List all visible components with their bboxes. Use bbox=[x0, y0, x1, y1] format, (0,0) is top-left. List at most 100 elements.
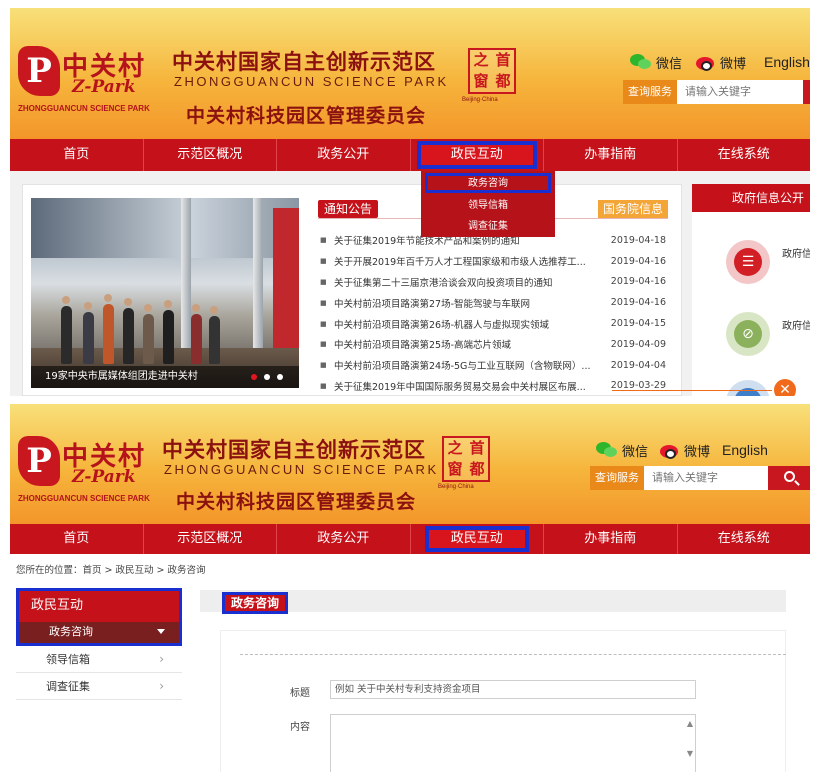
photo-head bbox=[62, 296, 70, 304]
nav-guide[interactable]: 办事指南 bbox=[544, 524, 678, 554]
news-date: 2019-04-16 bbox=[610, 276, 666, 288]
dropdown-item-mailbox[interactable]: 领导信箱 bbox=[421, 195, 555, 216]
catalog-icon[interactable]: ☰ bbox=[726, 240, 770, 284]
photo-person bbox=[191, 314, 202, 364]
title-input[interactable]: 例如 关于中关村专利支持资金项目 bbox=[330, 680, 696, 699]
sidebar-item-survey[interactable]: 调查征集 › bbox=[16, 673, 182, 700]
news-title[interactable]: 中关村前沿项目路演第27场-智能驾驶与车联网 bbox=[334, 296, 596, 310]
list-item[interactable]: ■ 中关村前沿项目路演第25场-高端芯片领域 2019-04-09 bbox=[320, 334, 670, 355]
main-nav: 首页 示范区概况 政务公开 政民互动 办事指南 在线系统 bbox=[10, 524, 810, 554]
carousel-dot[interactable] bbox=[264, 374, 270, 380]
nav-online[interactable]: 在线系统 bbox=[678, 139, 811, 171]
bullet-icon: ■ bbox=[320, 298, 327, 307]
news-date: 2019-04-16 bbox=[610, 255, 666, 267]
carousel-dot[interactable] bbox=[251, 374, 257, 380]
sidebar-title[interactable]: 政府信息公开 bbox=[692, 184, 810, 212]
tab-consult[interactable]: 政务咨询 bbox=[222, 592, 289, 614]
nav-guide[interactable]: 办事指南 bbox=[544, 139, 678, 171]
list-item[interactable]: ■ 关于开展2019年百千万人才工程国家级和市级人选推荐工... 2019-04-1… bbox=[320, 251, 670, 272]
nav-home[interactable]: 首页 bbox=[10, 139, 144, 171]
news-title[interactable]: 中关村前沿项目路演第26场-机器人与虚拟现实领域 bbox=[334, 317, 596, 331]
search-button[interactable] bbox=[768, 466, 810, 490]
nav-label: 办事指南 bbox=[584, 531, 637, 546]
section-menu: 政民互动 政务咨询 领导信箱 › 调查征集 › bbox=[16, 588, 182, 700]
weibo-link[interactable]: 微博 bbox=[696, 52, 746, 72]
list-item[interactable]: ■ 关于征集2019年中国国际服务贸易交易会中关村展区布展... 2019-03-2… bbox=[320, 376, 670, 396]
news-date: 2019-04-04 bbox=[610, 359, 666, 371]
site-logo[interactable]: P 中关村 Z-Park ZHONGGUANCUN SCIENCE PARK bbox=[18, 46, 150, 116]
popup-divider bbox=[612, 390, 772, 391]
photo-head bbox=[144, 304, 152, 312]
sidebar-item-consult[interactable]: 政务咨询 bbox=[16, 622, 182, 646]
list-item[interactable]: ■ 中关村前沿项目路演第27场-智能驾驶与车联网 2019-04-16 bbox=[320, 292, 670, 313]
info-icon[interactable] bbox=[726, 380, 770, 396]
dropdown-item-survey[interactable]: 调查征集 bbox=[421, 216, 555, 237]
nav-home[interactable]: 首页 bbox=[10, 524, 144, 554]
site-logo[interactable]: P 中关村 Z-Park ZHONGGUANCUN SCIENCE PARK bbox=[18, 436, 150, 506]
site-subtitle: 中关村科技园区管理委员会 bbox=[176, 491, 417, 513]
wechat-link[interactable]: 微信 bbox=[630, 52, 682, 72]
title-label: 标题 bbox=[290, 688, 310, 699]
consult-form-panel: 政务咨询 标题 例如 关于中关村专利支持资金项目 内容 ▲ ▼ bbox=[200, 590, 800, 772]
logo-mark-icon: P bbox=[18, 46, 60, 96]
close-icon[interactable]: ✕ bbox=[774, 379, 796, 396]
list-item[interactable]: ■ 中关村前沿项目路演第26场-机器人与虚拟现实领域 2019-04-15 bbox=[320, 313, 670, 334]
photo-person bbox=[209, 316, 220, 364]
site-header: P 中关村 Z-Park ZHONGGUANCUN SCIENCE PARK 中… bbox=[10, 404, 810, 524]
weibo-label: 微博 bbox=[684, 444, 711, 460]
sidebar-item-catalog[interactable]: 政府信息公开目录 bbox=[782, 248, 810, 262]
content-textarea[interactable]: ▲ ▼ bbox=[330, 714, 696, 772]
news-date: 2019-04-09 bbox=[610, 338, 666, 350]
sidebar-item-mailbox[interactable]: 领导信箱 › bbox=[16, 646, 182, 673]
seal-char: 都 bbox=[469, 460, 485, 478]
search-button[interactable] bbox=[803, 80, 810, 104]
nav-online[interactable]: 在线系统 bbox=[678, 524, 811, 554]
photo-person bbox=[103, 304, 114, 364]
form-divider bbox=[240, 654, 786, 655]
list-item[interactable]: ■ 中关村前沿项目路演第24场-5G与工业互联网（含物联网）... 2019-04-… bbox=[320, 355, 670, 376]
weibo-icon bbox=[660, 441, 680, 459]
carousel-dot[interactable] bbox=[277, 374, 283, 380]
chevron-right-icon: › bbox=[159, 652, 164, 666]
guide-icon[interactable]: ⊘ bbox=[726, 312, 770, 356]
news-title[interactable]: 关于征集2019年中国国际服务贸易交易会中关村展区布展... bbox=[334, 379, 596, 393]
english-link[interactable]: English bbox=[722, 440, 768, 460]
search-input[interactable] bbox=[677, 80, 803, 104]
wechat-label: 微信 bbox=[656, 56, 683, 72]
tab-notices[interactable]: 通知公告 bbox=[318, 200, 379, 218]
news-title[interactable]: 关于开展2019年百千万人才工程国家级和市级人选推荐工... bbox=[334, 254, 596, 268]
seal-char: 之 bbox=[473, 51, 489, 69]
nav-overview[interactable]: 示范区概况 bbox=[144, 139, 277, 171]
nav-gov-affairs[interactable]: 政务公开 bbox=[277, 139, 411, 171]
seal-char: 首 bbox=[469, 439, 485, 457]
seal-char: 窗 bbox=[447, 460, 463, 478]
sidebar-item-label: 领导信箱 bbox=[46, 653, 90, 666]
list-item[interactable]: ■ 关于征集第二十三届京港洽谈会双向投资项目的通知 2019-04-16 bbox=[320, 272, 670, 293]
nav-label: 首页 bbox=[63, 147, 90, 162]
news-title[interactable]: 中关村前沿项目路演第24场-5G与工业互联网（含物联网）... bbox=[334, 358, 596, 372]
bullet-icon: ■ bbox=[320, 319, 327, 328]
scroll-arrows-icon[interactable]: ▲ ▼ bbox=[687, 719, 693, 759]
news-title[interactable]: 中关村前沿项目路演第25场-高端芯片领域 bbox=[334, 337, 596, 351]
news-title[interactable]: 关于征集第二十三届京港洽谈会双向投资项目的通知 bbox=[334, 275, 596, 289]
nav-label: 政民互动 bbox=[424, 526, 529, 552]
sidebar-item-guide[interactable]: 政府信息公开指南 bbox=[782, 320, 810, 334]
section-menu-title[interactable]: 政民互动 bbox=[16, 588, 182, 622]
search-icon bbox=[784, 471, 795, 482]
site-subtitle: 中关村科技园区管理委员会 bbox=[186, 105, 427, 127]
weibo-link[interactable]: 微博 bbox=[660, 440, 710, 460]
wechat-link[interactable]: 微信 bbox=[596, 440, 648, 460]
tab-state-council[interactable]: 国务院信息 bbox=[598, 200, 669, 218]
news-date: 2019-04-15 bbox=[610, 318, 666, 330]
nav-overview[interactable]: 示范区概况 bbox=[144, 524, 277, 554]
photo-banner bbox=[273, 208, 299, 348]
photo-head bbox=[210, 306, 218, 314]
nav-gov-affairs[interactable]: 政务公开 bbox=[277, 524, 411, 554]
search-input[interactable] bbox=[644, 466, 768, 490]
english-link[interactable]: English bbox=[764, 52, 810, 72]
nav-interaction[interactable]: 政民互动 bbox=[411, 139, 544, 171]
gov-info-sidebar: 政府信息公开 ☰ 政府信息公开目录 ⊘ 政府信息公开指南 获 bbox=[692, 184, 810, 396]
nav-interaction[interactable]: 政民互动 bbox=[411, 524, 544, 554]
news-carousel[interactable]: 19家中央市属媒体组团走进中关村 bbox=[31, 198, 299, 388]
dropdown-item-consult[interactable]: 政务咨询 bbox=[425, 173, 551, 193]
